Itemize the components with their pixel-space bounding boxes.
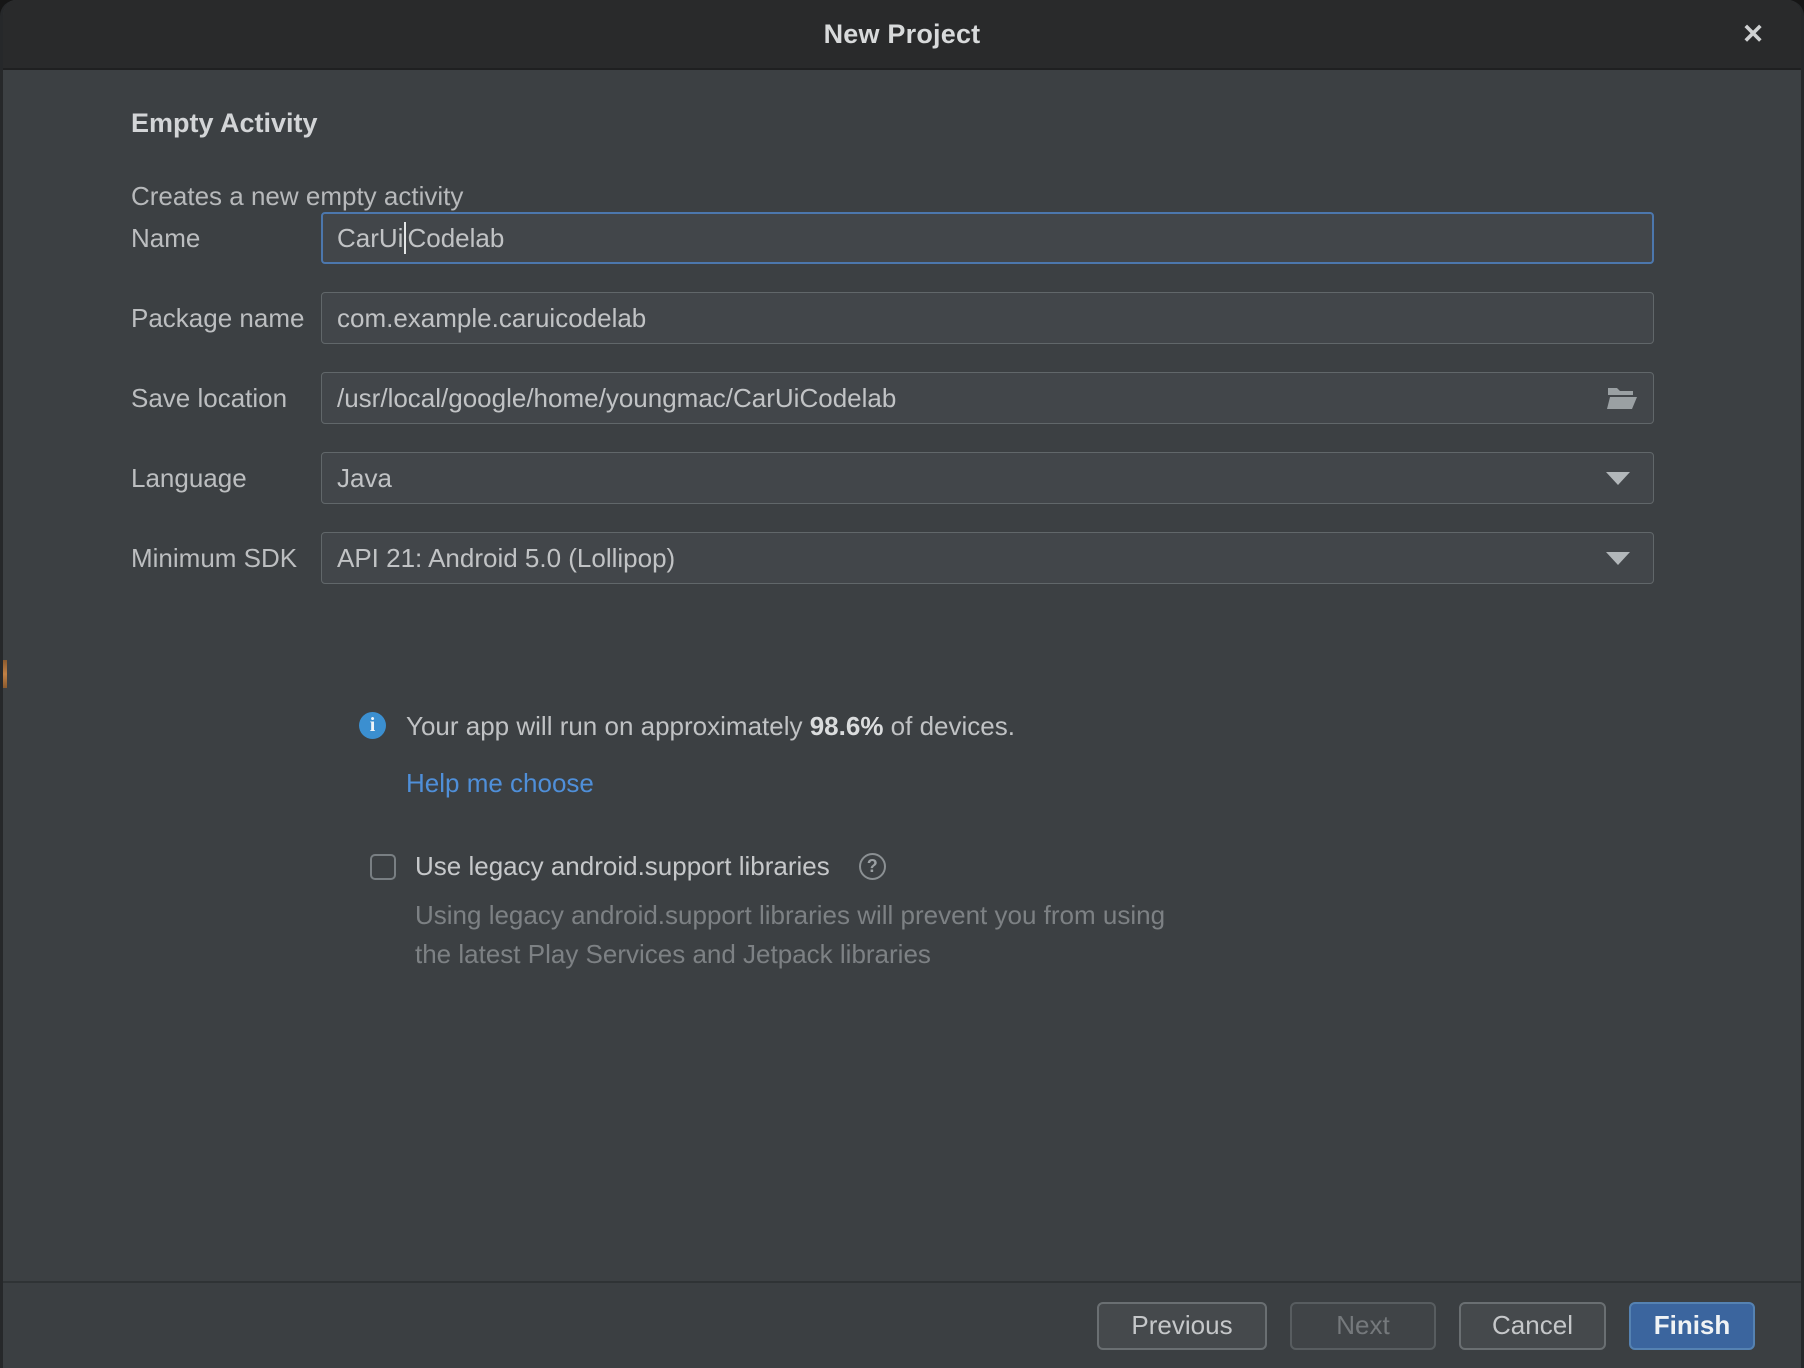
- save-location-row: Save location /usr/local/google/home/you…: [131, 372, 1654, 424]
- legacy-description-line1: Using legacy android.support libraries w…: [415, 896, 1654, 935]
- save-location-input[interactable]: /usr/local/google/home/youngmac/CarUiCod…: [321, 372, 1654, 424]
- dialog-titlebar: New Project ✕: [3, 0, 1801, 70]
- language-selected-value: Java: [337, 463, 1606, 494]
- name-value-after-caret: Codelab: [407, 223, 504, 254]
- minimum-sdk-row: Minimum SDK API 21: Android 5.0 (Lollipo…: [131, 532, 1654, 584]
- legacy-libraries-label: Use legacy android.support libraries: [415, 851, 830, 882]
- close-icon[interactable]: ✕: [1731, 12, 1775, 56]
- legacy-libraries-row: Use legacy android.support libraries ?: [370, 851, 1654, 882]
- minimum-sdk-dropdown[interactable]: API 21: Android 5.0 (Lollipop): [321, 532, 1654, 584]
- package-name-row: Package name com.example.caruicodelab: [131, 292, 1654, 344]
- language-row: Language Java: [131, 452, 1654, 504]
- package-name-value: com.example.caruicodelab: [337, 303, 646, 334]
- save-location-label: Save location: [131, 383, 321, 414]
- info-icon: i: [359, 712, 386, 739]
- cancel-button[interactable]: Cancel: [1459, 1302, 1606, 1350]
- dialog-title: New Project: [824, 19, 981, 50]
- previous-button[interactable]: Previous: [1097, 1302, 1267, 1350]
- legacy-libraries-checkbox[interactable]: [370, 854, 396, 880]
- new-project-dialog: New Project ✕ Empty Activity Creates a n…: [0, 0, 1804, 1368]
- text-caret: [404, 222, 406, 254]
- name-label: Name: [131, 223, 321, 254]
- background-artifact: [3, 660, 7, 688]
- dialog-footer: Previous Next Cancel Finish: [3, 1281, 1801, 1368]
- folder-open-icon: [1606, 385, 1638, 411]
- minimum-sdk-label: Minimum SDK: [131, 543, 321, 574]
- help-circle-icon[interactable]: ?: [859, 853, 886, 880]
- save-location-value: /usr/local/google/home/youngmac/CarUiCod…: [337, 383, 896, 414]
- name-input[interactable]: CarUiCodelab: [321, 212, 1654, 264]
- legacy-description-line2: the latest Play Services and Jetpack lib…: [415, 935, 1654, 974]
- page-subtitle: Creates a new empty activity: [131, 181, 1654, 212]
- legacy-libraries-description: Using legacy android.support libraries w…: [415, 896, 1654, 974]
- package-name-input[interactable]: com.example.caruicodelab: [321, 292, 1654, 344]
- minimum-sdk-selected-value: API 21: Android 5.0 (Lollipop): [337, 543, 1606, 574]
- sdk-coverage-text-before: Your app will run on approximately: [406, 711, 810, 741]
- sdk-coverage-percent: 98.6%: [810, 711, 884, 741]
- sdk-coverage-text: Your app will run on approximately 98.6%…: [406, 710, 1015, 742]
- finish-button[interactable]: Finish: [1629, 1302, 1755, 1350]
- language-dropdown[interactable]: Java: [321, 452, 1654, 504]
- sdk-coverage-text-after: of devices.: [883, 711, 1015, 741]
- page-title: Empty Activity: [131, 70, 1654, 139]
- chevron-down-icon: [1606, 552, 1630, 565]
- chevron-down-icon: [1606, 472, 1630, 485]
- sdk-coverage-info: i Your app will run on approximately 98.…: [359, 710, 1654, 742]
- next-button[interactable]: Next: [1290, 1302, 1436, 1350]
- name-value-before-caret: CarUi: [337, 223, 403, 254]
- dialog-body: Empty Activity Creates a new empty activ…: [3, 70, 1801, 1281]
- browse-folder-button[interactable]: [1606, 385, 1638, 411]
- name-row: Name CarUiCodelab: [131, 212, 1654, 264]
- package-name-label: Package name: [131, 303, 321, 334]
- language-label: Language: [131, 463, 321, 494]
- help-me-choose-link[interactable]: Help me choose: [406, 768, 594, 799]
